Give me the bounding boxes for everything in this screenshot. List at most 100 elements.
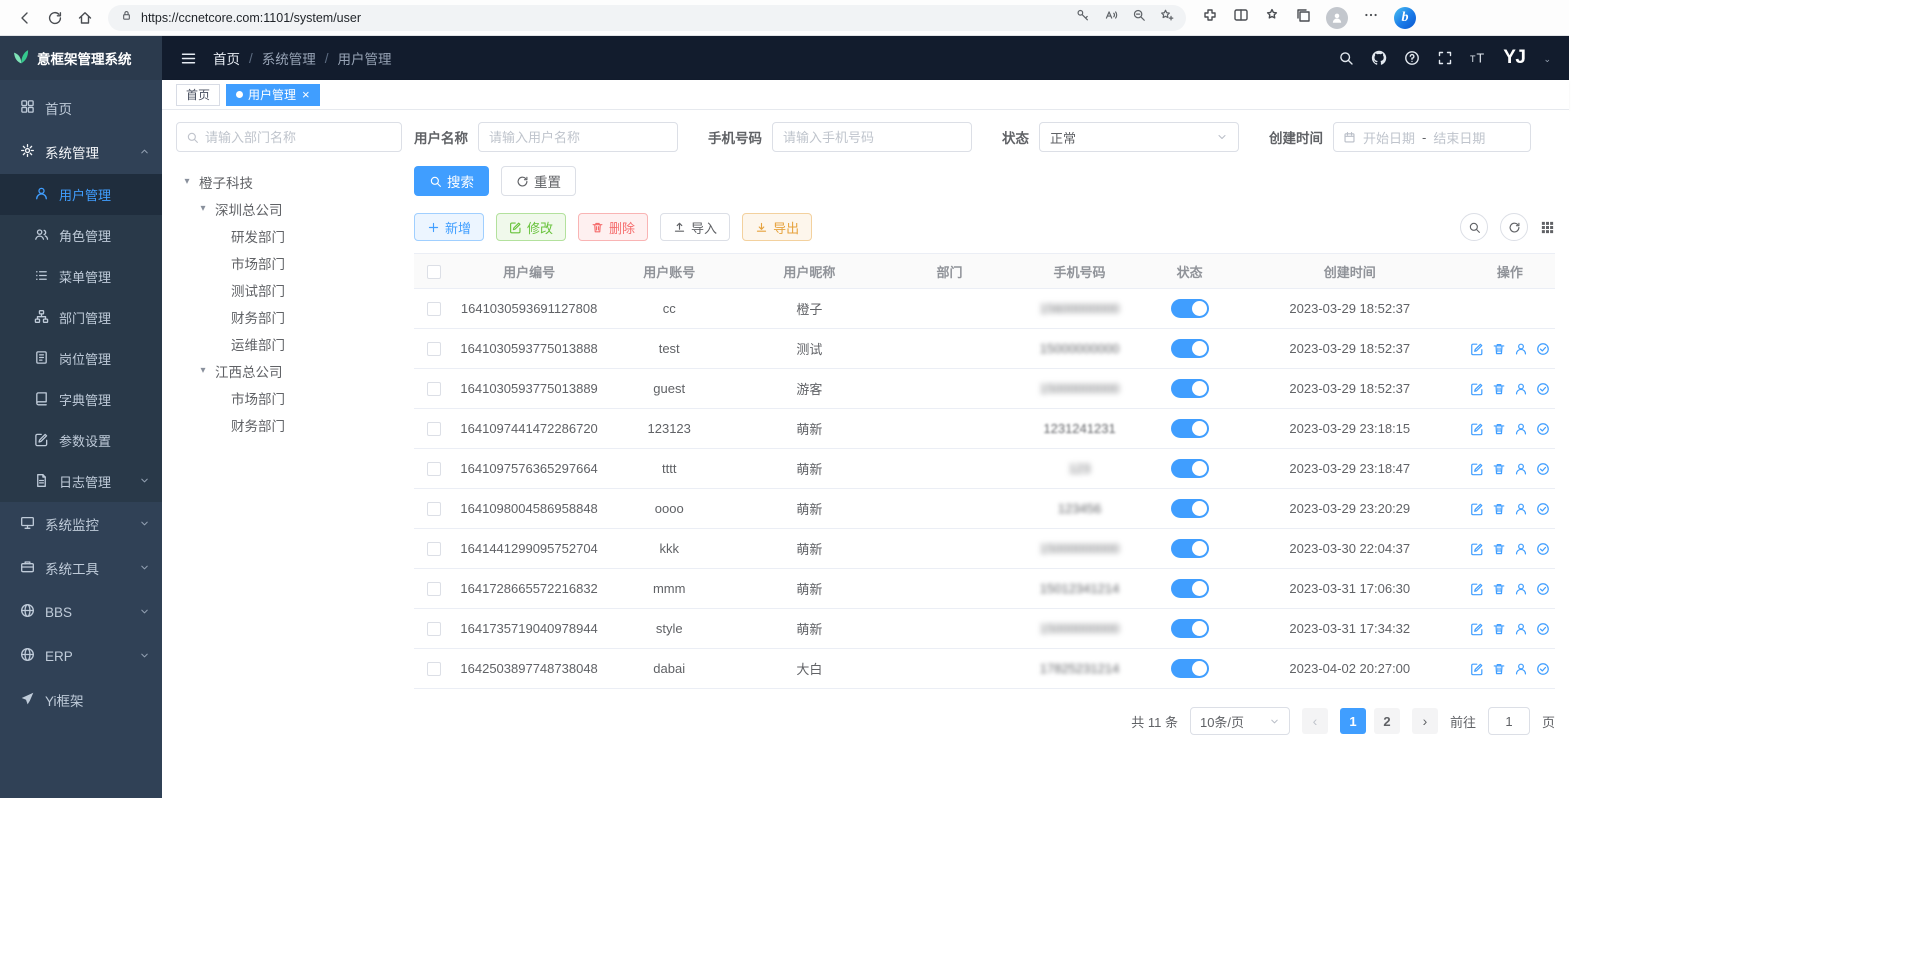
tree-node[interactable]: 运维部门	[176, 330, 402, 357]
row-assign-role-button[interactable]	[1536, 662, 1550, 676]
column-settings-icon[interactable]	[1540, 220, 1555, 235]
github-icon[interactable]	[1371, 50, 1387, 66]
caret-down-icon[interactable]: ▾	[196, 365, 210, 376]
edit-button[interactable]: 修改	[496, 213, 566, 241]
page-button[interactable]: 2	[1374, 708, 1400, 734]
column-header[interactable]: 用户昵称	[734, 254, 884, 289]
tree-node[interactable]: 研发部门	[176, 222, 402, 249]
row-reset-password-button[interactable]	[1514, 382, 1528, 396]
table-search-toggle-button[interactable]	[1460, 213, 1488, 241]
row-assign-role-button[interactable]	[1536, 342, 1550, 356]
sidebar-item-erp[interactable]: ERP	[0, 634, 162, 678]
row-delete-button[interactable]	[1492, 662, 1506, 676]
sidebar-item-post-management[interactable]: 岗位管理	[0, 338, 162, 379]
font-size-icon[interactable]: TT	[1470, 50, 1486, 66]
row-delete-button[interactable]	[1492, 422, 1506, 436]
add-favorite-icon[interactable]	[1160, 8, 1174, 27]
row-checkbox[interactable]	[427, 462, 441, 476]
row-edit-button[interactable]	[1470, 422, 1484, 436]
tree-node[interactable]: 财务部门	[176, 303, 402, 330]
tree-node[interactable]: ▾江西总公司	[176, 357, 402, 384]
help-icon[interactable]	[1404, 50, 1420, 66]
row-reset-password-button[interactable]	[1514, 542, 1528, 556]
sidebar-item-role-management[interactable]: 角色管理	[0, 215, 162, 256]
column-header[interactable]: 用户账号	[604, 254, 734, 289]
browser-back-button[interactable]	[10, 4, 40, 32]
breadcrumb-item[interactable]: 系统管理	[262, 48, 316, 68]
sidebar-item-yi-framework[interactable]: Yi框架	[0, 678, 162, 722]
row-assign-role-button[interactable]	[1536, 582, 1550, 596]
row-edit-button[interactable]	[1470, 662, 1484, 676]
tree-node[interactable]: ▾深圳总公司	[176, 195, 402, 222]
favorites-bar-icon[interactable]	[1264, 7, 1280, 28]
sidebar-item-param-settings[interactable]: 参数设置	[0, 420, 162, 461]
more-options-icon[interactable]	[1363, 7, 1379, 28]
caret-down-icon[interactable]: ▾	[196, 203, 210, 214]
url-text[interactable]: https://ccnetcore.com:1101/system/user	[141, 11, 1068, 25]
browser-refresh-button[interactable]	[40, 4, 70, 32]
read-aloud-icon[interactable]	[1104, 8, 1118, 27]
breadcrumb-item[interactable]: 用户管理	[338, 48, 392, 68]
row-assign-role-button[interactable]	[1536, 422, 1550, 436]
column-header[interactable]: 创建时间	[1235, 254, 1465, 289]
row-checkbox[interactable]	[427, 342, 441, 356]
sidebar-item-dict-management[interactable]: 字典管理	[0, 379, 162, 420]
status-toggle[interactable]	[1171, 299, 1209, 318]
app-logo[interactable]: 意框架管理系统	[0, 36, 162, 80]
import-button[interactable]: 导入	[660, 213, 730, 241]
status-toggle[interactable]	[1171, 579, 1209, 598]
reset-button[interactable]: 重置	[501, 166, 576, 196]
tab-home[interactable]: 首页	[176, 84, 220, 106]
search-icon[interactable]	[1338, 50, 1354, 66]
tab-user-management[interactable]: 用户管理×	[226, 84, 320, 106]
row-edit-button[interactable]	[1470, 462, 1484, 476]
status-toggle[interactable]	[1171, 659, 1209, 678]
row-reset-password-button[interactable]	[1514, 622, 1528, 636]
breadcrumb-item[interactable]: 首页	[213, 48, 240, 68]
collections-icon[interactable]	[1295, 7, 1311, 28]
row-edit-button[interactable]	[1470, 622, 1484, 636]
tree-node[interactable]: 财务部门	[176, 411, 402, 438]
user-logo[interactable]: YJ	[1503, 47, 1525, 69]
sidebar-item-system-tools[interactable]: 系统工具	[0, 546, 162, 590]
row-reset-password-button[interactable]	[1514, 662, 1528, 676]
browser-address-bar[interactable]: https://ccnetcore.com:1101/system/user	[108, 5, 1186, 31]
split-screen-icon[interactable]	[1233, 7, 1249, 28]
export-button[interactable]: 导出	[742, 213, 812, 241]
row-delete-button[interactable]	[1492, 582, 1506, 596]
column-header[interactable]: 手机号码	[1015, 254, 1145, 289]
row-checkbox[interactable]	[427, 502, 441, 516]
row-delete-button[interactable]	[1492, 542, 1506, 556]
row-reset-password-button[interactable]	[1514, 582, 1528, 596]
row-checkbox[interactable]	[427, 422, 441, 436]
row-edit-button[interactable]	[1470, 342, 1484, 356]
sidebar-item-system-monitor[interactable]: 系统监控	[0, 502, 162, 546]
table-refresh-button[interactable]	[1500, 213, 1528, 241]
extensions-icon[interactable]	[1202, 7, 1218, 28]
status-select[interactable]: 正常	[1039, 122, 1239, 152]
status-toggle[interactable]	[1171, 339, 1209, 358]
zoom-out-icon[interactable]	[1132, 8, 1146, 27]
department-search-input[interactable]	[205, 130, 392, 145]
row-reset-password-button[interactable]	[1514, 462, 1528, 476]
sidebar-item-system-management[interactable]: 系统管理	[0, 130, 162, 174]
sidebar-collapse-icon[interactable]	[180, 50, 197, 67]
tree-node[interactable]: 测试部门	[176, 276, 402, 303]
row-reset-password-button[interactable]	[1514, 422, 1528, 436]
phone-input[interactable]	[772, 122, 972, 152]
page-size-select[interactable]: 10条/页	[1190, 707, 1290, 735]
row-checkbox[interactable]	[427, 582, 441, 596]
row-edit-button[interactable]	[1470, 542, 1484, 556]
row-edit-button[interactable]	[1470, 382, 1484, 396]
search-button[interactable]: 搜索	[414, 166, 489, 196]
row-delete-button[interactable]	[1492, 462, 1506, 476]
bing-icon[interactable]: b	[1394, 7, 1416, 29]
row-assign-role-button[interactable]	[1536, 622, 1550, 636]
goto-page-input[interactable]	[1488, 707, 1530, 735]
fullscreen-icon[interactable]	[1437, 50, 1453, 66]
status-toggle[interactable]	[1171, 419, 1209, 438]
status-toggle[interactable]	[1171, 539, 1209, 558]
prev-page-button[interactable]: ‹	[1302, 708, 1328, 734]
sidebar-item-home[interactable]: 首页	[0, 86, 162, 130]
sidebar-item-user-management[interactable]: 用户管理	[0, 174, 162, 215]
